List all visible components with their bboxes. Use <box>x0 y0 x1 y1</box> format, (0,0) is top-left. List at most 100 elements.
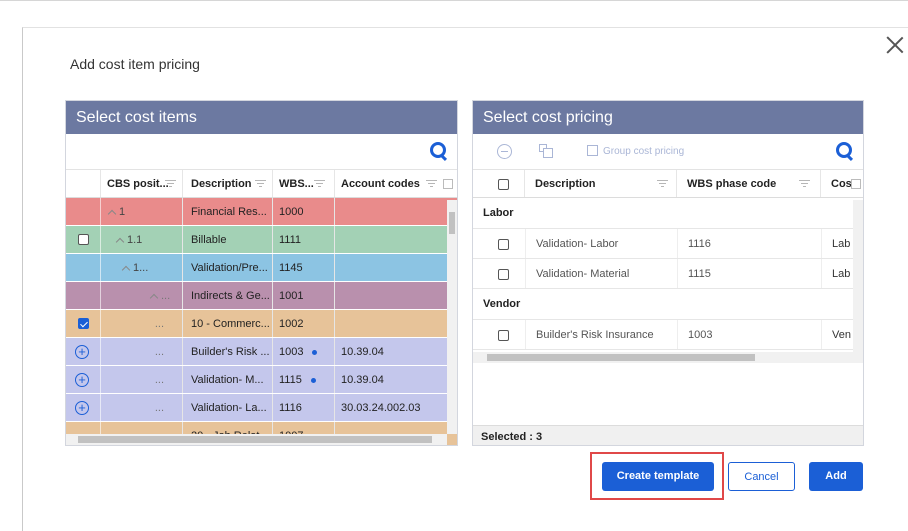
description-cell: 10 - Commerc... <box>183 310 273 337</box>
selected-count: Selected : 3 <box>473 425 863 445</box>
select-column-header <box>473 170 525 197</box>
search-icon[interactable] <box>430 142 448 160</box>
add-button[interactable]: Add <box>809 462 863 491</box>
wbs-cell: 1001 <box>273 282 335 309</box>
row-checkbox[interactable] <box>498 239 509 250</box>
cost-pricing-table-body: Labor Validation- Labor 1116 Lab Validation-… <box>473 198 863 350</box>
account-codes-cell <box>335 282 447 309</box>
select-column-header <box>66 170 101 197</box>
select-cell <box>66 198 101 225</box>
table-header: CBS posit... Description WBS... Account … <box>66 170 457 198</box>
column-header-wbs[interactable]: WBS... <box>273 170 335 197</box>
chevron-up-icon[interactable] <box>107 209 117 219</box>
description-cell: Validation- La... <box>183 394 273 421</box>
plus-circle-icon[interactable]: + <box>75 401 89 415</box>
table-row[interactable]: +... Builder's Risk ... 1003 10.39.04 <box>66 338 457 366</box>
scrollbar-thumb[interactable] <box>78 436 432 443</box>
cost-cell: Ven <box>821 320 853 349</box>
cancel-button[interactable]: Cancel <box>728 462 795 491</box>
account-codes-cell <box>335 310 447 337</box>
table-row[interactable]: 1.1 Billable 1111 <box>66 226 457 254</box>
filter-icon[interactable] <box>426 180 437 188</box>
group-header: Labor <box>473 198 863 229</box>
account-codes-cell: 30.03.24.002.03 <box>341 402 421 414</box>
description-cell: Financial Res... <box>183 198 273 225</box>
table-row[interactable]: Validation- Material 1115 Lab <box>473 259 863 289</box>
column-chooser-icon[interactable] <box>443 179 453 189</box>
table-row[interactable]: 1... Validation/Pre... 1145 <box>66 254 457 282</box>
cbs-position-cell: ... <box>101 366 183 393</box>
vertical-scrollbar[interactable] <box>853 200 863 352</box>
close-icon[interactable] <box>886 36 904 54</box>
wbs-cell: 1115 <box>273 366 335 393</box>
description-cell: Builder's Risk Insurance <box>525 320 677 349</box>
scrollbar-thumb[interactable] <box>449 212 455 234</box>
select-cell: + <box>66 394 101 421</box>
group-header: Vendor <box>473 289 863 320</box>
table-row[interactable]: +... Validation- La... 1116 30.03.24.002.03 <box>66 394 457 422</box>
horizontal-scrollbar[interactable] <box>66 434 447 445</box>
dialog-title: Add cost item pricing <box>70 56 200 72</box>
column-chooser-icon[interactable] <box>851 179 861 189</box>
description-cell: Validation- Material <box>525 259 677 288</box>
chevron-up-icon[interactable] <box>121 265 131 275</box>
plus-circle-icon[interactable]: + <box>75 373 89 387</box>
group-cost-pricing-button[interactable]: Group cost pricing <box>603 146 684 157</box>
search-icon[interactable] <box>836 142 854 160</box>
cost-cell: Lab <box>821 229 853 258</box>
row-checkbox-checked[interactable] <box>78 318 89 329</box>
wbs-cell: 1111 <box>273 226 335 253</box>
row-checkbox[interactable] <box>78 234 89 245</box>
select-cell <box>66 226 101 253</box>
description-cell: Billable <box>183 226 273 253</box>
column-header-description[interactable]: Description <box>525 170 677 197</box>
cbs-position-cell: ... <box>101 310 183 337</box>
panel-title: Select cost items <box>66 101 457 134</box>
filter-icon[interactable] <box>314 180 325 188</box>
group-icon <box>587 145 598 156</box>
row-checkbox[interactable] <box>498 330 509 341</box>
create-template-button[interactable]: Create template <box>602 462 714 491</box>
add-group-icon[interactable] <box>539 144 554 159</box>
horizontal-scrollbar[interactable] <box>473 352 863 363</box>
select-cell <box>66 310 101 337</box>
table-row[interactable]: ... Indirects & Ge... 1001 <box>66 282 457 310</box>
filter-icon[interactable] <box>165 180 176 188</box>
table-row[interactable]: ... 10 - Commerc... 1002 <box>66 310 457 338</box>
select-cost-pricing-panel: Select cost pricing Group cost pricing D… <box>472 100 864 446</box>
scrollbar-thumb[interactable] <box>487 354 755 361</box>
description-cell: Validation/Pre... <box>183 254 273 281</box>
account-codes-cell: 10.39.04 <box>341 346 384 358</box>
filter-icon[interactable] <box>657 180 668 188</box>
table-row[interactable]: +... Validation- M... 1115 10.39.04 <box>66 366 457 394</box>
description-cell: Validation- Labor <box>525 229 677 258</box>
table-row[interactable]: 1 Financial Res... 1000 <box>66 198 457 226</box>
plus-circle-icon[interactable]: + <box>75 345 89 359</box>
account-codes-cell: 10.39.04 <box>341 374 384 386</box>
cbs-position-cell: 1... <box>101 254 183 281</box>
row-checkbox[interactable] <box>498 269 509 280</box>
cbs-position-cell: ... <box>101 282 183 309</box>
panel-title: Select cost pricing <box>473 101 863 134</box>
table-row[interactable]: Builder's Risk Insurance 1003 Ven <box>473 320 863 350</box>
column-header-account-codes[interactable]: Account codes <box>335 170 457 197</box>
filter-icon[interactable] <box>799 180 810 188</box>
vertical-scrollbar[interactable] <box>447 200 457 434</box>
cbs-position-cell: ... <box>101 394 183 421</box>
description-cell: Indirects & Ge... <box>183 282 273 309</box>
wbs-cell: 1003 <box>273 338 335 365</box>
right-toolbar: Group cost pricing <box>473 134 863 170</box>
select-cell <box>66 282 101 309</box>
chevron-up-icon[interactable] <box>115 237 125 247</box>
table-row[interactable]: Validation- Labor 1116 Lab <box>473 229 863 259</box>
wbs-cell: 1002 <box>273 310 335 337</box>
wbs-phase-code-cell: 1003 <box>677 320 821 349</box>
status-dot-icon <box>310 377 316 383</box>
cbs-position-cell: ... <box>101 338 183 365</box>
minus-circle-icon[interactable] <box>497 144 512 159</box>
wbs-phase-code-cell: 1115 <box>677 259 821 288</box>
description-cell: Builder's Risk ... <box>183 338 273 365</box>
chevron-up-icon[interactable] <box>149 293 159 303</box>
filter-icon[interactable] <box>255 180 266 188</box>
cost-cell: Lab <box>821 259 853 288</box>
